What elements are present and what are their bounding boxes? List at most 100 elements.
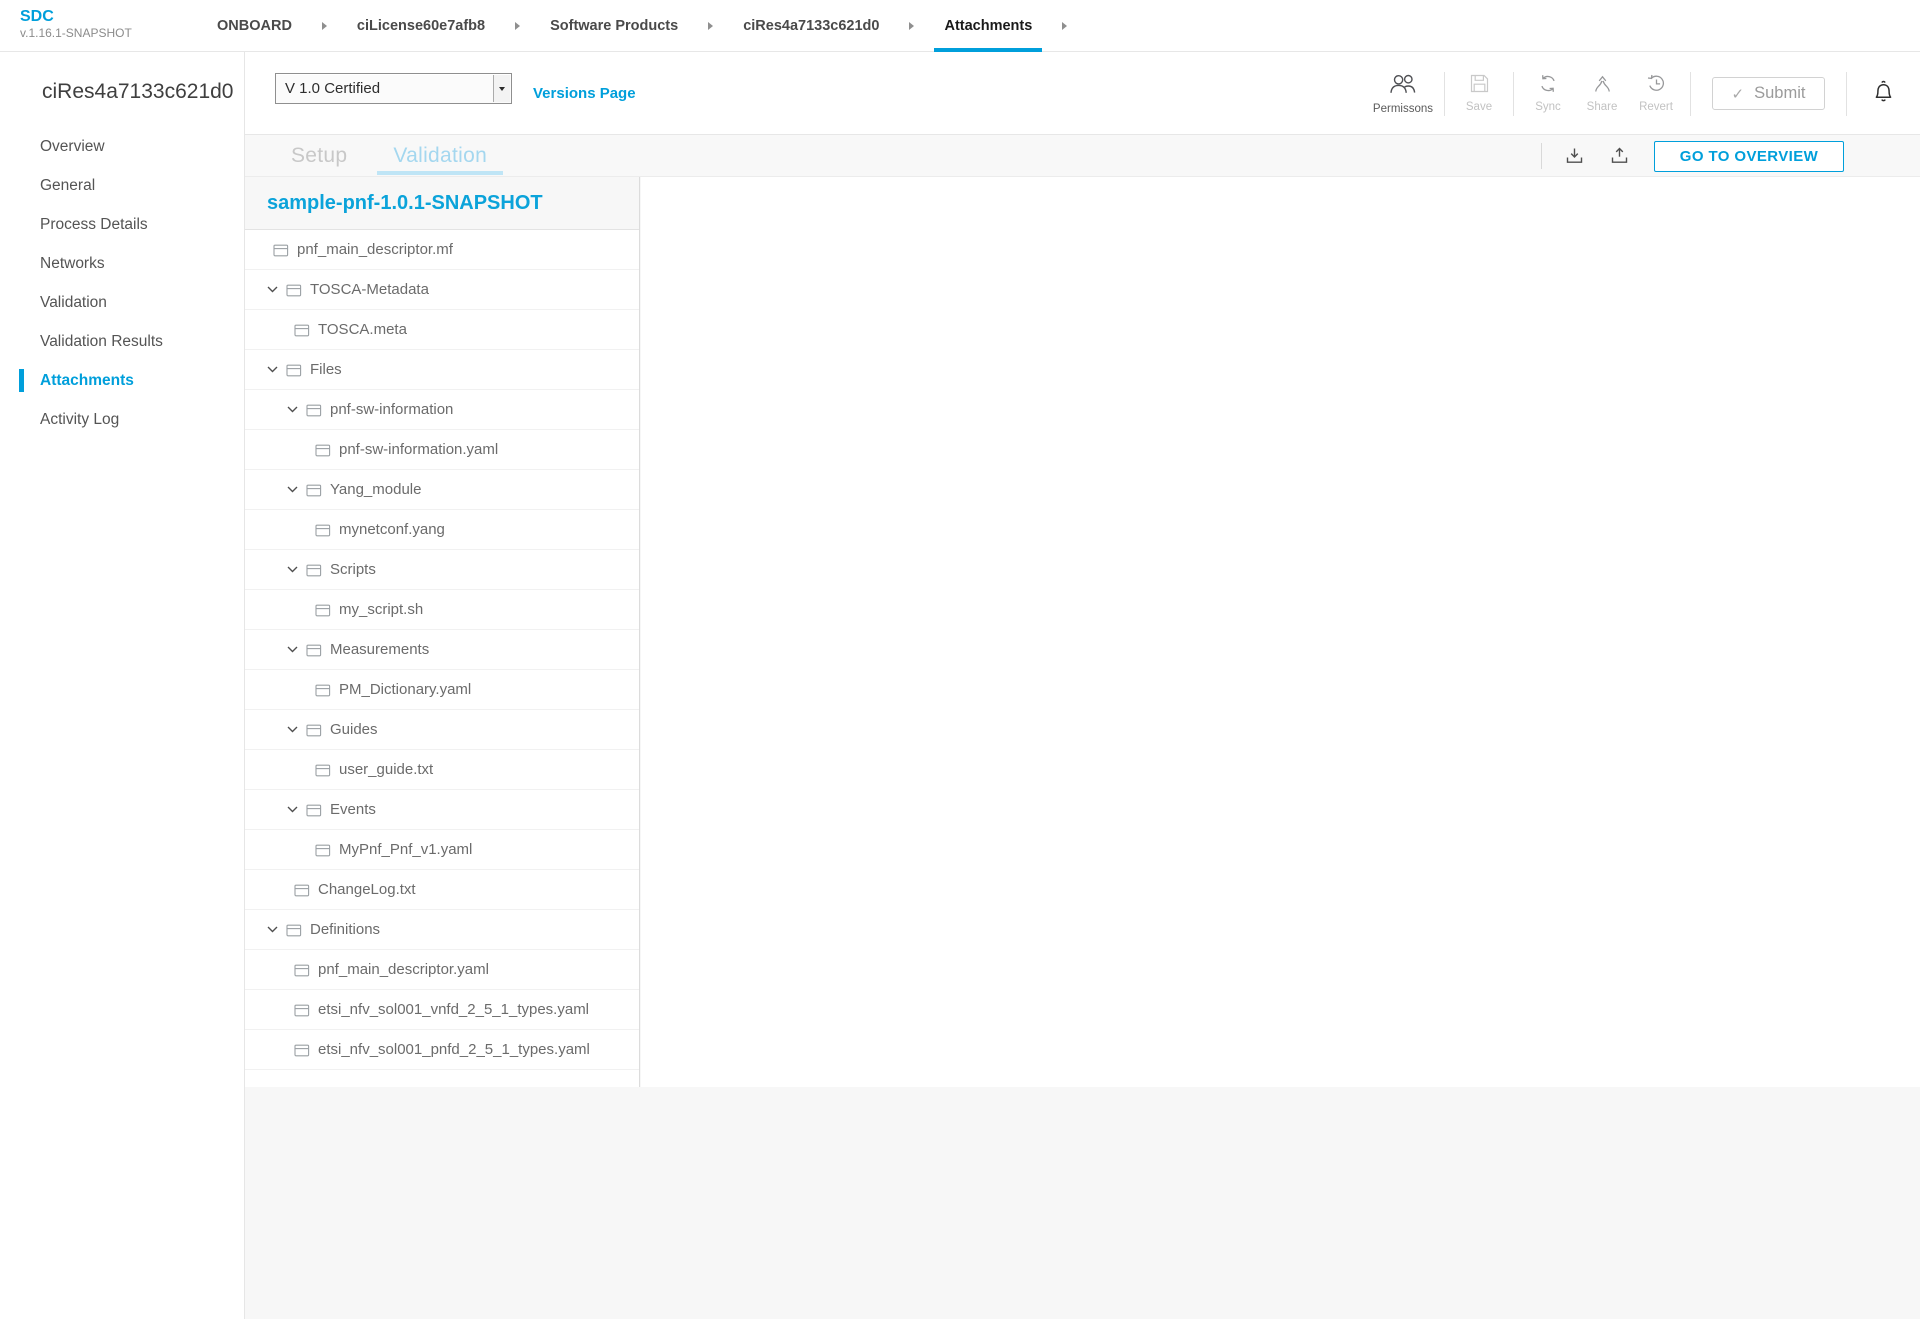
breadcrumb-item-onboard[interactable]: ONBOARD	[215, 0, 294, 52]
sidebar: ciRes4a7133c621d0 OverviewGeneralProcess…	[0, 52, 245, 1319]
tab-strip-controls: GO TO OVERVIEW	[1541, 135, 1920, 177]
submit-button[interactable]: ✓Submit	[1712, 77, 1825, 110]
folder-icon	[294, 1043, 310, 1057]
tree-row-label: etsi_nfv_sol001_pnfd_2_5_1_types.yaml	[318, 1041, 590, 1058]
save-icon	[1470, 74, 1489, 98]
tree-row-files[interactable]: Files	[245, 350, 639, 390]
chevron-down-icon[interactable]	[287, 726, 302, 733]
sdc-logo[interactable]: SDC v.1.16.1-SNAPSHOT	[20, 8, 132, 40]
breadcrumb-item-attachments[interactable]: Attachments	[942, 0, 1034, 52]
revert-button[interactable]: Revert	[1629, 74, 1683, 113]
folder-icon	[286, 283, 302, 297]
tree-row-label: mynetconf.yang	[339, 521, 445, 538]
folder-icon	[306, 403, 322, 417]
package-name-header: sample-pnf-1.0.1-SNAPSHOT	[245, 177, 639, 230]
share-icon	[1593, 75, 1612, 98]
tree-row-label: user_guide.txt	[339, 761, 433, 778]
breadcrumb-item-cilicense60e7afb8[interactable]: ciLicense60e7afb8	[355, 0, 487, 52]
tree-row-label: Files	[310, 361, 342, 378]
tree-row-pnf-main-descriptor-yaml[interactable]: pnf_main_descriptor.yaml	[245, 950, 639, 990]
revert-icon	[1647, 74, 1666, 98]
tree-row-label: Definitions	[310, 921, 380, 938]
tree-row-pnf-sw-information-yaml[interactable]: pnf-sw-information.yaml	[245, 430, 639, 470]
tree-row-label: Yang_module	[330, 481, 421, 498]
tree-row-mypnf-pnf-v1-yaml[interactable]: MyPnf_Pnf_v1.yaml	[245, 830, 639, 870]
notifications-bell-button[interactable]	[1854, 78, 1912, 110]
tree-row-events[interactable]: Events	[245, 790, 639, 830]
sdc-logo-text: SDC	[20, 8, 132, 26]
share-button[interactable]: Share	[1575, 75, 1629, 113]
sidebar-nav: OverviewGeneralProcess DetailsNetworksVa…	[0, 127, 243, 439]
tree-row-label: Guides	[330, 721, 378, 738]
tree-row-label: Events	[330, 801, 376, 818]
tree-row-label: my_script.sh	[339, 601, 423, 618]
tab-validation[interactable]: Validation	[377, 135, 503, 177]
tree-row-mynetconf-yang[interactable]: mynetconf.yang	[245, 510, 639, 550]
tree-row-label: Measurements	[330, 641, 429, 658]
sync-button[interactable]: Sync	[1521, 74, 1575, 113]
go-to-overview-button[interactable]: GO TO OVERVIEW	[1654, 141, 1844, 172]
share-label: Share	[1587, 101, 1618, 113]
download-icon[interactable]	[1552, 147, 1597, 165]
chevron-down-icon[interactable]	[287, 406, 302, 413]
tree-row-pnf-main-descriptor-mf[interactable]: pnf_main_descriptor.mf	[245, 230, 639, 270]
permissons-button[interactable]: Permissons	[1369, 73, 1437, 115]
save-button[interactable]: Save	[1452, 74, 1506, 113]
tree-row-label: PM_Dictionary.yaml	[339, 681, 471, 698]
sidebar-item-attachments[interactable]: Attachments	[0, 361, 243, 400]
tree-row-label: ChangeLog.txt	[318, 881, 416, 898]
tree-row-etsi-nfv-sol001-vnfd-2-5-1-types-yaml[interactable]: etsi_nfv_sol001_vnfd_2_5_1_types.yaml	[245, 990, 639, 1030]
tree-row-tosca-meta[interactable]: TOSCA.meta	[245, 310, 639, 350]
sidebar-item-validation[interactable]: Validation	[0, 283, 243, 322]
tree-row-yang-module[interactable]: Yang_module	[245, 470, 639, 510]
tree-row-definitions[interactable]: Definitions	[245, 910, 639, 950]
tree-row-measurements[interactable]: Measurements	[245, 630, 639, 670]
version-select[interactable]: V 1.0 Certified	[275, 73, 512, 104]
toolbar-divider	[1444, 72, 1445, 116]
folder-icon	[306, 563, 322, 577]
chevron-down-icon[interactable]	[267, 286, 282, 293]
tree-row-label: TOSCA-Metadata	[310, 281, 429, 298]
tab-strip: Setup Validation GO TO OVERVIEW	[245, 135, 1920, 177]
file-tree: pnf_main_descriptor.mf TOSCA-Metadata TOSC…	[245, 230, 639, 1070]
chevron-down-icon[interactable]	[287, 806, 302, 813]
chevron-down-icon[interactable]	[267, 366, 282, 373]
folder-icon	[294, 323, 310, 337]
sidebar-item-networks[interactable]: Networks	[0, 244, 243, 283]
tabs: Setup Validation	[275, 135, 517, 177]
chevron-down-icon[interactable]	[287, 566, 302, 573]
folder-icon	[315, 843, 331, 857]
folder-icon	[306, 483, 322, 497]
versions-page-link[interactable]: Versions Page	[533, 52, 636, 135]
folder-icon	[306, 803, 322, 817]
tree-row-scripts[interactable]: Scripts	[245, 550, 639, 590]
sidebar-item-activity-log[interactable]: Activity Log	[0, 400, 243, 439]
chevron-down-icon[interactable]	[287, 486, 302, 493]
folder-icon	[315, 523, 331, 537]
tree-row-etsi-nfv-sol001-pnfd-2-5-1-types-yaml[interactable]: etsi_nfv_sol001_pnfd_2_5_1_types.yaml	[245, 1030, 639, 1070]
breadcrumb-item-software-products[interactable]: Software Products	[548, 0, 680, 52]
tab-setup[interactable]: Setup	[275, 135, 363, 177]
breadcrumb-item-cires4a7133c621d0[interactable]: ciRes4a7133c621d0	[741, 0, 881, 52]
tree-row-guides[interactable]: Guides	[245, 710, 639, 750]
sdc-app-screen: SDC v.1.16.1-SNAPSHOT ONBOARD ciLicense60…	[0, 0, 1920, 1319]
sidebar-item-overview[interactable]: Overview	[0, 127, 243, 166]
tree-row-pm-dictionary-yaml[interactable]: PM_Dictionary.yaml	[245, 670, 639, 710]
version-toolbar: Permissons Save Sync Share Revert ✓Submit	[1369, 52, 1912, 135]
folder-icon	[315, 443, 331, 457]
top-bar: SDC v.1.16.1-SNAPSHOT ONBOARD ciLicense60…	[0, 0, 1920, 52]
toolbar-divider	[1513, 72, 1514, 116]
upload-icon[interactable]	[1597, 147, 1642, 165]
sidebar-item-process-details[interactable]: Process Details	[0, 205, 243, 244]
tree-row-tosca-metadata[interactable]: TOSCA-Metadata	[245, 270, 639, 310]
tree-row-changelog-txt[interactable]: ChangeLog.txt	[245, 870, 639, 910]
breadcrumb-separator-icon	[909, 22, 914, 30]
chevron-down-icon[interactable]	[287, 646, 302, 653]
sidebar-item-validation-results[interactable]: Validation Results	[0, 322, 243, 361]
chevron-down-icon[interactable]	[267, 926, 282, 933]
tree-row-my-script-sh[interactable]: my_script.sh	[245, 590, 639, 630]
tree-row-pnf-sw-information[interactable]: pnf-sw-information	[245, 390, 639, 430]
tree-row-user-guide-txt[interactable]: user_guide.txt	[245, 750, 639, 790]
sidebar-item-general[interactable]: General	[0, 166, 243, 205]
breadcrumb-separator-icon	[1062, 22, 1067, 30]
